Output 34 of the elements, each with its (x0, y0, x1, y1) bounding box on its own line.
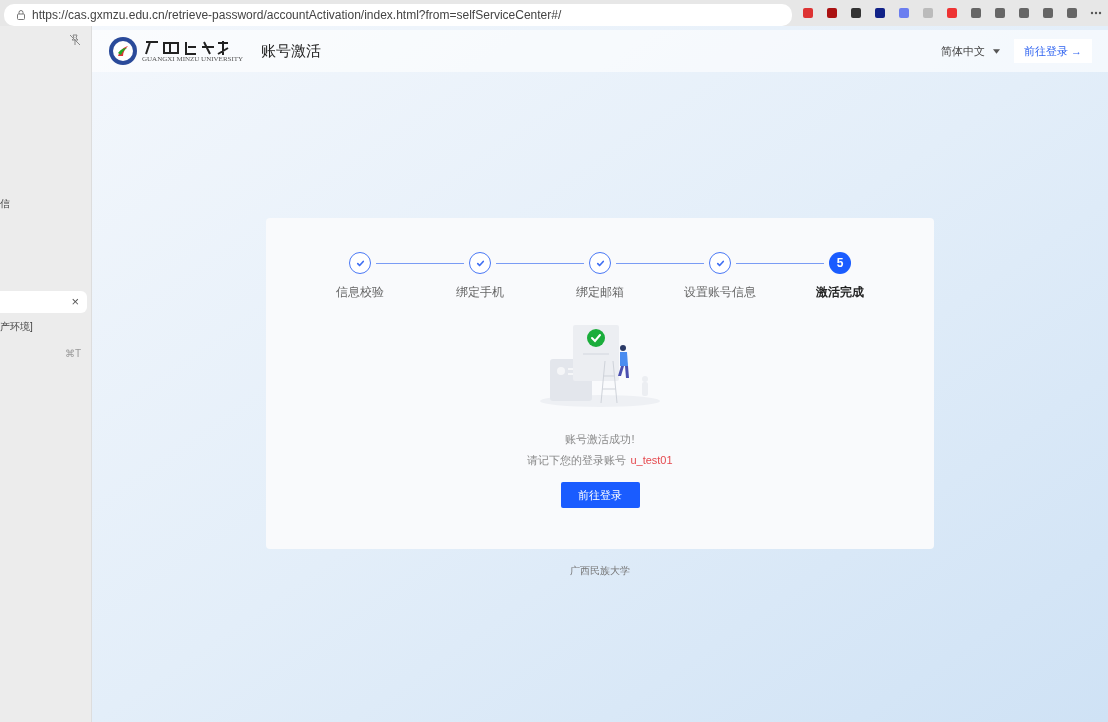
step-label: 激活完成 (816, 284, 864, 301)
step-number: 5 (829, 252, 851, 274)
search-field[interactable]: × (0, 291, 87, 313)
caret-icon (992, 48, 1000, 54)
unpin-icon[interactable] (69, 34, 81, 46)
toolbar-extension-icon[interactable] (850, 7, 862, 19)
clear-button[interactable]: × (71, 292, 79, 312)
url-text: https://cas.gxmzu.edu.cn/retrieve-password/accountActivation/index.html?from=selfServiceCenter#/ (32, 7, 562, 24)
shortcut-hint: ⌘T (64, 347, 82, 361)
toolbar-extension-icon[interactable] (1042, 7, 1054, 19)
footer-text: 广西民族大学 (570, 564, 630, 578)
toolbar-extension-icon[interactable] (1018, 7, 1030, 19)
toolbar-extension-icon[interactable] (1066, 7, 1078, 19)
account-name: u_test01 (630, 452, 673, 468)
account-prompt: 请记下您的登录账号 (527, 452, 627, 468)
lock-icon (16, 10, 26, 20)
toolbar-extension-icon[interactable] (826, 7, 838, 19)
go-login-button[interactable]: 前往登录 (560, 482, 640, 508)
login-link[interactable]: 前往登录 → (1013, 39, 1092, 63)
search-result[interactable]: 产环境] (0, 319, 91, 334)
step-label: 绑定手机 (456, 284, 504, 301)
step-label: 信息校验 (336, 284, 384, 301)
sidebar-item[interactable]: 信 (0, 196, 91, 211)
success-message: 账号激活成功! (565, 432, 635, 447)
more-icon[interactable] (1090, 11, 1102, 15)
step-label: 绑定邮箱 (576, 284, 624, 301)
toolbar-extension-icon[interactable] (994, 7, 1006, 19)
toolbar-extension-icon[interactable] (970, 7, 982, 19)
step-label: 设置账号信息 (684, 284, 756, 301)
language-dropdown[interactable]: 简体中文 (940, 42, 1000, 60)
address-bar[interactable]: https://cas.gxmzu.edu.cn/retrieve-password/accountActivation/index.html?from=selfServiceCenter#/ (4, 4, 792, 26)
university-logo-icon (108, 36, 138, 66)
toolbar-extension-icon[interactable] (874, 7, 886, 19)
page-title: 账号激活 (261, 40, 322, 61)
